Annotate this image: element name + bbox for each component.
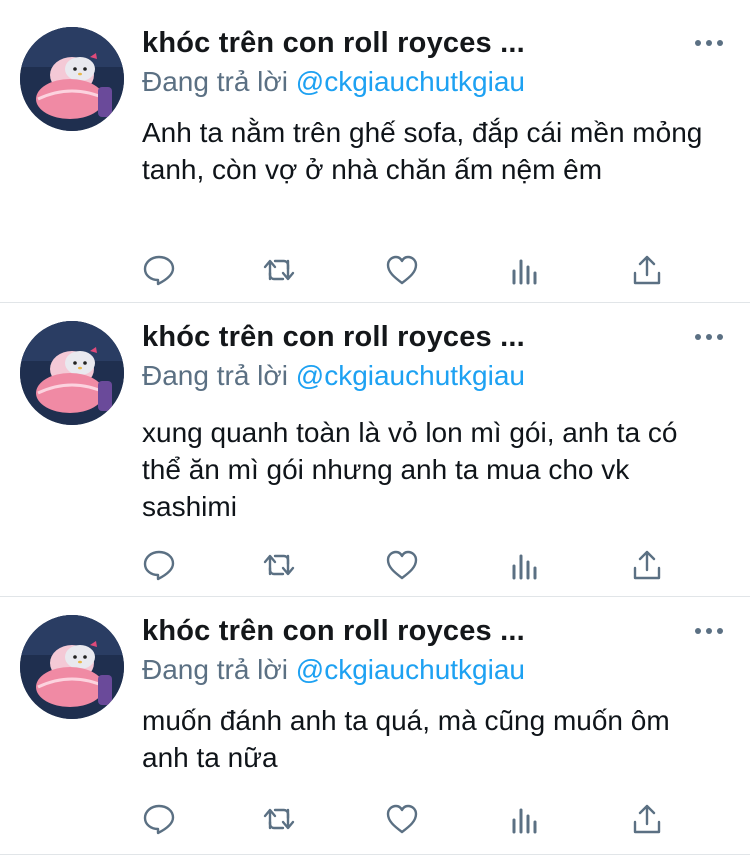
analytics-icon[interactable] [508, 802, 542, 836]
like-heart-icon[interactable] [385, 548, 419, 582]
retweet-icon[interactable] [262, 253, 296, 287]
author-name[interactable]: khóc trên con roll royces ... [142, 321, 525, 354]
avatar[interactable] [20, 615, 124, 719]
reply-prefix: Đang trả lời [142, 654, 288, 685]
tweet-actions [142, 253, 662, 287]
avatar[interactable] [20, 321, 124, 425]
reply-prefix: Đang trả lời [142, 360, 288, 391]
reply-handle-link[interactable]: @ckgiauchutkgiau [296, 66, 525, 97]
reply-context: Đang trả lời @ckgiauchutkgiau [142, 360, 525, 392]
analytics-icon[interactable] [508, 253, 542, 287]
reply-handle-link[interactable]: @ckgiauchutkgiau [296, 360, 525, 391]
like-heart-icon[interactable] [385, 802, 419, 836]
author-name[interactable]: khóc trên con roll royces ... [142, 27, 525, 60]
tweet[interactable]: khóc trên con roll royces ... Đang trả l… [0, 303, 750, 597]
share-icon[interactable] [630, 253, 664, 287]
retweet-icon[interactable] [262, 802, 296, 836]
tweet-text: xung quanh toàn là vỏ lon mì gói, anh ta… [142, 417, 678, 522]
tweet-actions [142, 548, 662, 582]
reply-handle-link[interactable]: @ckgiauchutkgiau [296, 654, 525, 685]
reply-icon[interactable] [142, 548, 176, 582]
analytics-icon[interactable] [508, 548, 542, 582]
more-options-icon[interactable] [694, 33, 724, 53]
share-icon[interactable] [630, 802, 664, 836]
more-options-icon[interactable] [694, 621, 724, 641]
tweet[interactable]: khóc trên con roll royces ... Đang trả l… [0, 0, 750, 303]
tweet[interactable]: khóc trên con roll royces ... Đang trả l… [0, 597, 750, 855]
more-options-icon[interactable] [694, 327, 724, 347]
avatar[interactable] [20, 27, 124, 131]
reply-prefix: Đang trả lời [142, 66, 288, 97]
reply-context: Đang trả lời @ckgiauchutkgiau [142, 654, 525, 686]
tweet-text: Anh ta nằm trên ghế sofa, đắp cái mền mỏ… [142, 117, 703, 185]
tweet-actions [142, 802, 662, 836]
reply-icon[interactable] [142, 802, 176, 836]
reply-context: Đang trả lời @ckgiauchutkgiau [142, 66, 525, 98]
author-name[interactable]: khóc trên con roll royces ... [142, 615, 525, 648]
like-heart-icon[interactable] [385, 253, 419, 287]
tweet-text: muốn đánh anh ta quá, mà cũng muốn ôm an… [142, 705, 670, 773]
retweet-icon[interactable] [262, 548, 296, 582]
share-icon[interactable] [630, 548, 664, 582]
reply-icon[interactable] [142, 253, 176, 287]
